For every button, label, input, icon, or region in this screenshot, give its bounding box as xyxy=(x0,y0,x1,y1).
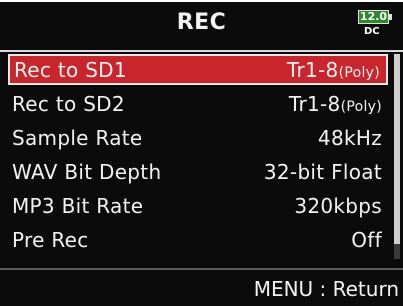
battery-voltage: 12.0 xyxy=(359,10,388,23)
menu-item-value: Off xyxy=(351,227,382,252)
battery-icon: 12.0 xyxy=(358,10,389,24)
battery-tip xyxy=(389,14,392,20)
power-source-label: DC xyxy=(364,26,380,37)
menu-item-label: Sample Rate xyxy=(12,125,143,150)
rec-settings-menu: Rec to SD1 Tr1-8(Poly) Rec to SD2 Tr1-8(… xyxy=(8,54,388,258)
battery-indicator: 12.0 DC xyxy=(358,8,396,40)
recorder-screen: REC 12.0 DC Rec to SD1 Tr1-8(Poly) Rec t… xyxy=(0,2,403,306)
menu-item-value: Tr1-8(Poly) xyxy=(288,91,382,116)
menu-item-value: Tr1-8(Poly) xyxy=(286,57,380,82)
menu-return-hint: MENU : Return xyxy=(253,277,399,301)
menu-item-label: Pre Rec xyxy=(12,227,89,252)
menu-item-pre-rec[interactable]: Pre Rec Off xyxy=(8,224,388,255)
menu-item-value: 32-bit Float xyxy=(263,159,382,184)
menu-item-value: 48kHz xyxy=(317,125,382,150)
menu-item-label: Rec to SD2 xyxy=(12,91,125,116)
menu-item-rec-to-sd1[interactable]: Rec to SD1 Tr1-8(Poly) xyxy=(8,54,388,85)
page-title: REC xyxy=(176,10,227,35)
menu-item-wav-bit-depth[interactable]: WAV Bit Depth 32-bit Float xyxy=(8,156,388,187)
footer-bar: MENU : Return xyxy=(0,268,403,306)
menu-scrollbar[interactable] xyxy=(394,54,400,259)
menu-item-label: MP3 Bit Rate xyxy=(12,193,144,218)
menu-item-label: WAV Bit Depth xyxy=(12,159,162,184)
menu-item-mp3-bit-rate[interactable]: MP3 Bit Rate 320kbps xyxy=(8,190,388,221)
menu-item-label: Rec to SD1 xyxy=(14,57,127,82)
menu-item-rec-to-sd2[interactable]: Rec to SD2 Tr1-8(Poly) xyxy=(8,88,388,119)
scrollbar-thumb[interactable] xyxy=(394,54,400,244)
menu-item-sample-rate[interactable]: Sample Rate 48kHz xyxy=(8,122,388,153)
header-bar: REC 12.0 DC xyxy=(0,2,403,52)
menu-item-value: 320kbps xyxy=(294,193,382,218)
